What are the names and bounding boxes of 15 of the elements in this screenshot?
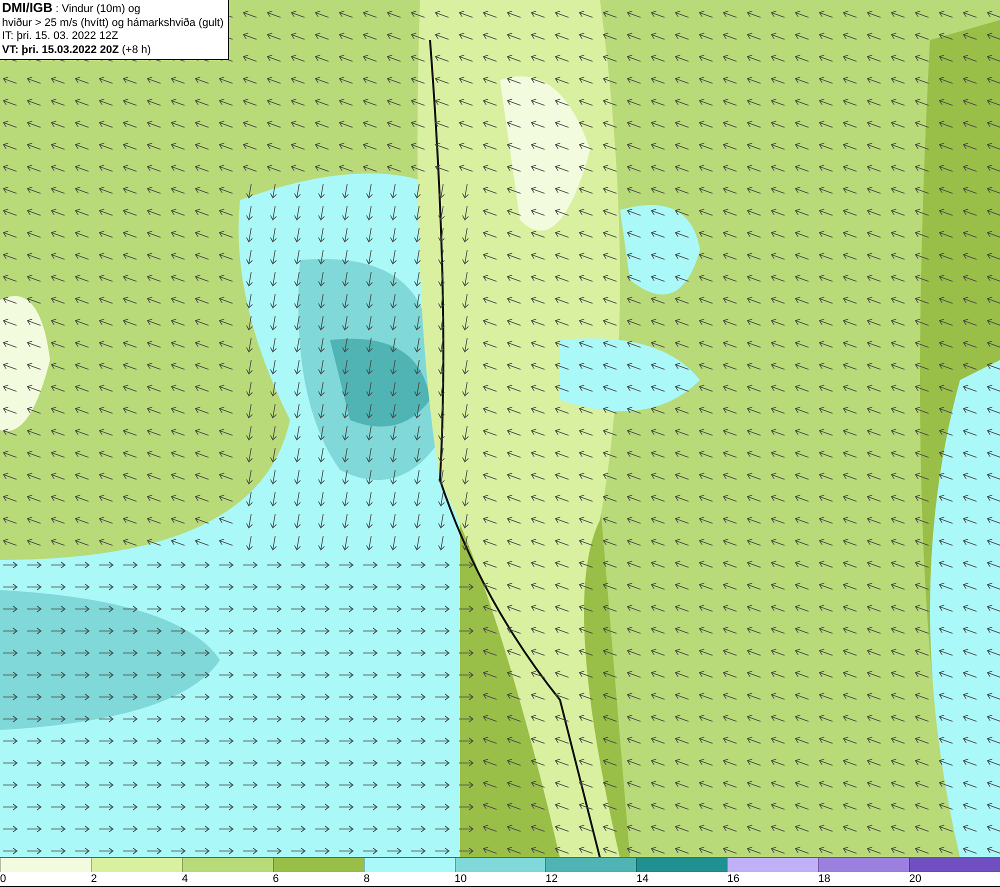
header-line: IT: þri. 15. 03. 2022 12Z — [2, 30, 120, 44]
header-line: VT: þri. 15.03.2022 20Z (+8 h) — [2, 44, 152, 57]
legend-tick-label: 6 — [272, 872, 279, 886]
legend-tick-label: 8 — [364, 872, 370, 886]
legend-tick-label: 12 — [545, 872, 558, 886]
header-line: hviður > 25 m/s (hvítt) og hámarkshviða (gult) — [2, 16, 224, 30]
legend-tick-label: 4 — [182, 872, 188, 886]
legend-tick-label: 16 — [727, 872, 740, 886]
legend-tick-label: 18 — [818, 872, 830, 886]
legend-tick-label: 0 — [0, 872, 6, 886]
legend-tick-label: 20 — [909, 872, 922, 886]
legend-tick-label: 14 — [636, 872, 649, 886]
legend-tick-label: 10 — [454, 872, 467, 886]
header-line: DMI/IGB : Vindur (10m) og — [2, 1, 142, 16]
legend-tick-label: 2 — [90, 872, 98, 886]
